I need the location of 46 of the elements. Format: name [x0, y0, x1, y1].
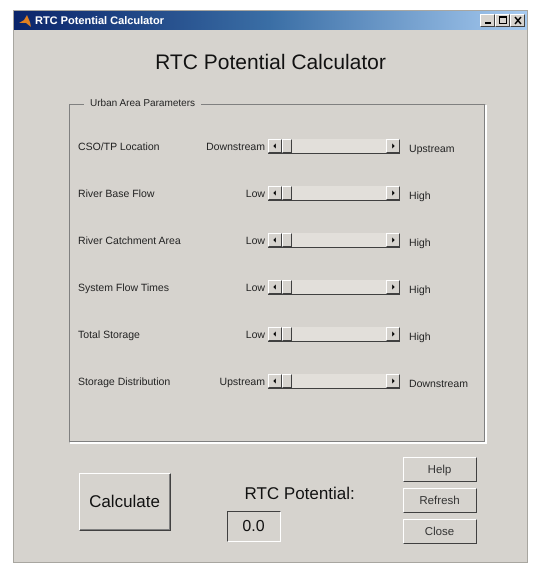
slider-track[interactable] [268, 280, 400, 295]
slider-thumb[interactable] [282, 374, 292, 388]
parameter-label: System Flow Times [78, 282, 170, 294]
slider-track[interactable] [268, 374, 400, 389]
window-close-button[interactable] [510, 14, 525, 27]
min-label: Upstream [218, 376, 265, 388]
slider-thumb[interactable] [282, 327, 292, 341]
slider-track[interactable] [268, 186, 400, 201]
parameter-label: River Catchment Area [78, 234, 182, 246]
slider-thumb[interactable] [282, 280, 292, 294]
min-label: Low [244, 188, 265, 200]
calculate-button[interactable]: Calculate [78, 473, 170, 531]
parameter-label: Total Storage [78, 328, 141, 340]
maximize-icon [496, 15, 508, 26]
max-label: High [408, 330, 432, 342]
max-label: High [408, 284, 432, 296]
refresh-button[interactable]: Refresh [402, 488, 476, 513]
close-icon [512, 15, 524, 26]
min-label: Downstream [205, 140, 265, 152]
slider-thumb[interactable] [282, 139, 292, 153]
minimize-icon [484, 22, 490, 24]
group-title: Urban Area Parameters [84, 98, 202, 109]
slider-track[interactable] [268, 327, 400, 342]
min-label: Low [244, 282, 265, 294]
close-button[interactable]: Close [402, 519, 476, 544]
slider-thumb[interactable] [282, 186, 292, 200]
result-label: RTC Potential: [244, 484, 355, 504]
slider-track[interactable] [268, 139, 400, 154]
result-value: 0.0 [226, 511, 280, 542]
max-label: Upstream [408, 142, 456, 154]
parameter-label: CSO/TP Location [78, 140, 161, 152]
window-title: RTC Potential Calculator [35, 14, 165, 26]
help-button[interactable]: Help [402, 457, 476, 482]
max-label: High [408, 190, 432, 202]
app-heading: RTC Potential Calculator [155, 51, 386, 76]
max-label: Downstream [408, 378, 469, 390]
parameter-label: River Base Flow [78, 188, 156, 200]
max-label: High [408, 236, 432, 248]
min-label: Low [244, 234, 265, 246]
minimize-button[interactable] [480, 14, 495, 27]
app-icon [18, 14, 32, 28]
slider-track[interactable] [268, 233, 400, 248]
maximize-button[interactable] [495, 14, 510, 27]
min-label: Low [244, 328, 265, 340]
slider-thumb[interactable] [282, 233, 292, 247]
parameter-label: Storage Distribution [78, 376, 172, 388]
